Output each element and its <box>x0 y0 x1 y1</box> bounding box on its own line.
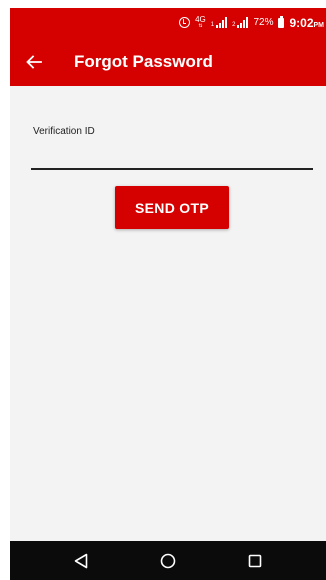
send-otp-button[interactable]: SEND OTP <box>115 186 229 229</box>
alarm-icon <box>179 17 191 28</box>
square-recents-icon <box>248 554 261 567</box>
sim2-signal-icon: 2 <box>232 17 249 28</box>
page-title: Forgot Password <box>74 51 213 71</box>
arrow-left-icon <box>26 54 42 69</box>
status-bar: 4G ⇅ 1 2 72% 9:02PM <box>10 8 326 37</box>
phone-screen: 4G ⇅ 1 2 72% 9:02PM Forgot Password Veri… <box>10 8 326 580</box>
clock-time: 9:02 <box>289 15 314 30</box>
verification-id-label: Verification ID <box>33 126 95 137</box>
clock-suffix: PM <box>313 21 325 29</box>
nav-back-button[interactable] <box>66 546 96 576</box>
back-button[interactable] <box>22 50 46 74</box>
nav-home-button[interactable] <box>153 546 183 576</box>
sim1-signal-icon: 1 <box>210 17 228 28</box>
clock: 9:02PM <box>289 16 324 30</box>
system-nav-bar <box>10 541 326 580</box>
battery-icon <box>278 15 285 28</box>
circle-home-icon <box>160 553 176 568</box>
triangle-back-icon <box>75 553 88 568</box>
verification-id-input[interactable] <box>31 142 313 170</box>
battery-percent: 72% <box>253 17 274 28</box>
nav-recents-button[interactable] <box>240 546 270 576</box>
app-bar: Forgot Password <box>10 37 326 86</box>
sim2-label: 2 <box>232 22 236 28</box>
sim1-label: 1 <box>210 22 215 28</box>
network-type: 4G ⇅ <box>195 15 206 29</box>
